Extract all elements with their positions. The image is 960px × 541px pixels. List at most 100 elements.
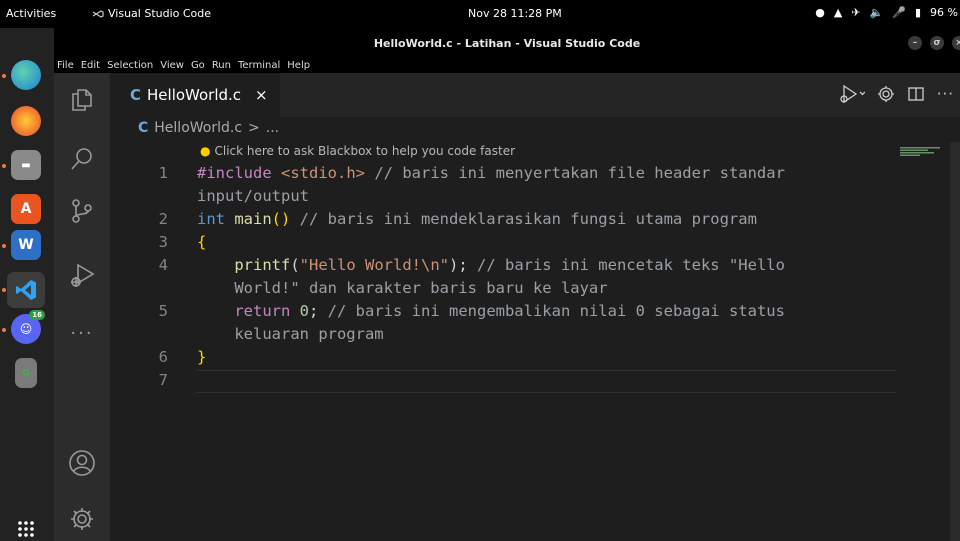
- running-indicator: [2, 74, 6, 78]
- discord-icon[interactable]: ☺ 16: [11, 310, 45, 344]
- close-button[interactable]: ×: [952, 36, 960, 50]
- menu-edit[interactable]: Edit: [81, 60, 100, 71]
- run-code-icon[interactable]: [839, 84, 865, 104]
- code-token: // baris ini mencetak teks "Hello: [467, 256, 785, 274]
- line-number: 4: [158, 256, 168, 274]
- writer-icon[interactable]: W: [11, 230, 41, 260]
- system-top-bar: Activities Visual Studio Code Nov 28 11:…: [0, 0, 960, 28]
- trash-icon[interactable]: ♻: [15, 358, 37, 388]
- code-text: return 0; // baris ini mengembalikan nil…: [197, 300, 785, 323]
- maximize-button[interactable]: σ: [930, 36, 944, 50]
- breadcrumb-file[interactable]: HelloWorld.c: [154, 120, 242, 136]
- code-text: World!" dan karakter baris baru ke layar: [197, 277, 607, 300]
- tab-helloworld-c[interactable]: C HelloWorld.c ×: [110, 73, 280, 117]
- code-text: {: [197, 231, 206, 254]
- app-center-icon[interactable]: A: [11, 194, 41, 224]
- lightbulb-icon: ●: [200, 144, 211, 158]
- more-actions-icon[interactable]: ···: [937, 85, 954, 103]
- system-tray[interactable]: ● ▲ ✈ 🔈 🎤 ▮ 96 %: [815, 6, 958, 19]
- code-text: }: [197, 346, 206, 369]
- running-indicator: [2, 244, 6, 248]
- more-icon[interactable]: ···: [66, 317, 98, 349]
- minimap[interactable]: [900, 142, 946, 156]
- vscode-icon[interactable]: [7, 272, 45, 308]
- c-file-icon: C: [138, 120, 149, 136]
- minimize-button[interactable]: –: [908, 36, 922, 50]
- show-apps-icon[interactable]: [11, 514, 41, 541]
- window-title-bar[interactable]: HelloWorld.c - Latihan - Visual Studio C…: [54, 28, 960, 58]
- run-debug-icon[interactable]: [66, 259, 98, 291]
- running-indicator: [2, 328, 6, 332]
- volume-icon: 🔈: [869, 6, 884, 19]
- code-text: input/output: [197, 185, 309, 208]
- menu-go[interactable]: Go: [191, 60, 205, 71]
- code-token: input/output: [197, 187, 309, 205]
- tab-bar: C HelloWorld.c × ···: [110, 73, 960, 117]
- breadcrumb[interactable]: C HelloWorld.c > ...: [138, 120, 279, 136]
- split-editor-icon[interactable]: [907, 85, 925, 103]
- c-file-icon: C: [130, 86, 142, 104]
- code-token: // baris ini menyertakan file header sta…: [365, 164, 785, 182]
- search-icon[interactable]: [66, 143, 98, 175]
- manage-gear-icon[interactable]: [66, 503, 98, 535]
- code-token: // baris ini mengembalikan nilai 0 sebag…: [318, 302, 785, 320]
- firefox-icon[interactable]: [11, 106, 41, 136]
- code-token: {: [197, 233, 207, 251]
- explorer-icon[interactable]: [66, 83, 98, 115]
- editor-actions: ···: [839, 84, 954, 104]
- menu-terminal[interactable]: Terminal: [238, 60, 280, 71]
- running-indicator: [2, 288, 6, 292]
- code-text: keluaran program: [197, 323, 384, 346]
- code-text: int main() // baris ini mendeklarasikan …: [197, 208, 757, 231]
- game-controller-icon: ●: [815, 6, 825, 19]
- breadcrumb-separator: >: [248, 120, 260, 136]
- vertical-scrollbar[interactable]: [950, 142, 960, 541]
- menu-help[interactable]: Help: [287, 60, 310, 71]
- activities-button[interactable]: Activities: [6, 7, 56, 20]
- line-number: 7: [158, 371, 168, 389]
- ubuntu-dock: ▬ A W ☺ 16 ♻: [0, 28, 54, 541]
- battery-icon: ▮: [914, 6, 922, 19]
- microphone-icon: 🎤: [892, 6, 906, 19]
- code-token: );: [448, 256, 468, 274]
- clock[interactable]: Nov 28 11:28 PM: [468, 7, 562, 20]
- files-icon[interactable]: ▬: [11, 150, 41, 180]
- activity-bar: ···: [54, 73, 110, 541]
- close-icon[interactable]: ×: [255, 86, 268, 104]
- battery-percent: 96 %: [930, 6, 958, 19]
- menu-selection[interactable]: Selection: [107, 60, 153, 71]
- vscode-small-icon: [92, 9, 104, 18]
- menu-file[interactable]: File: [57, 60, 74, 71]
- app-name-label: Visual Studio Code: [108, 7, 212, 20]
- code-token: main: [234, 210, 272, 228]
- account-icon[interactable]: [66, 447, 98, 479]
- code-token: int: [197, 210, 235, 228]
- tab-label: HelloWorld.c: [147, 86, 242, 104]
- code-token: (: [290, 256, 300, 274]
- code-token: // baris ini mendeklarasikan fungsi utam…: [290, 210, 757, 228]
- code-token: <stdio.h>: [281, 164, 365, 182]
- menu-bar: File Edit Selection View Go Run Terminal…: [54, 58, 960, 73]
- line-number: 6: [158, 348, 168, 366]
- code-text: #include <stdio.h> // baris ini menyerta…: [197, 162, 785, 185]
- line-number: 3: [158, 233, 168, 251]
- source-control-icon[interactable]: [66, 195, 98, 227]
- menu-run[interactable]: Run: [212, 60, 231, 71]
- code-text: printf("Hello World!\n"); // baris ini m…: [197, 254, 785, 277]
- code-token: 0: [299, 302, 309, 320]
- app-menu[interactable]: Visual Studio Code: [92, 7, 211, 20]
- code-token: keluaran program: [197, 325, 384, 343]
- code-token: return: [234, 302, 300, 320]
- window-title: HelloWorld.c - Latihan - Visual Studio C…: [373, 37, 641, 50]
- breadcrumb-rest[interactable]: ...: [266, 120, 279, 136]
- line-number: 5: [158, 302, 168, 320]
- blackbox-hint[interactable]: ● Click here to ask Blackbox to help you…: [200, 144, 515, 158]
- code-token: }: [197, 348, 207, 366]
- code-token: ;: [309, 302, 319, 320]
- edge-icon[interactable]: [11, 60, 41, 90]
- hint-text: Click here to ask Blackbox to help you c…: [214, 144, 516, 158]
- menu-view[interactable]: View: [160, 60, 184, 71]
- settings-gear-icon[interactable]: [877, 85, 895, 103]
